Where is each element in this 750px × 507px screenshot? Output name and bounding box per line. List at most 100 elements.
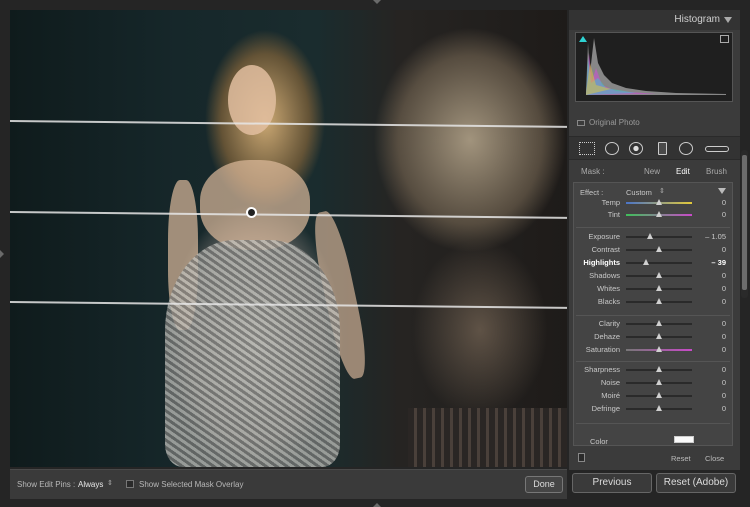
panel-scrollbar[interactable] <box>741 150 748 298</box>
slider-thumb[interactable] <box>656 379 662 385</box>
mask-new-button[interactable]: New <box>644 167 660 176</box>
scrollbar-thumb[interactable] <box>742 155 747 290</box>
previous-button[interactable]: Previous <box>572 473 652 493</box>
slider-value[interactable]: – 1.05 <box>705 232 726 241</box>
gradient-line-top[interactable] <box>10 120 567 128</box>
slider-thumb[interactable] <box>656 346 662 352</box>
mask-brush-button[interactable]: Brush <box>706 167 727 176</box>
original-photo-checkbox[interactable] <box>577 119 585 126</box>
slider-row-dehaze[interactable]: Dehaze 0 <box>574 331 732 343</box>
slider-track[interactable] <box>626 379 692 385</box>
effect-collapse-triangle-icon[interactable] <box>718 188 726 194</box>
shadow-clipping-icon[interactable] <box>579 36 587 42</box>
reset-adobe-button[interactable]: Reset (Adobe) <box>656 473 736 493</box>
mask-toggle-icon[interactable] <box>578 453 585 462</box>
slider-value[interactable]: 0 <box>722 391 726 400</box>
slider-row-shadows[interactable]: Shadows 0 <box>574 270 732 282</box>
show-edit-pins-select[interactable]: Always <box>78 480 103 489</box>
slider-value[interactable]: 0 <box>722 365 726 374</box>
slider-row-contrast[interactable]: Contrast 0 <box>574 244 732 256</box>
slider-thumb[interactable] <box>656 405 662 411</box>
slider-label: Defringe <box>591 404 620 413</box>
crop-tool-icon[interactable] <box>579 142 595 155</box>
slider-row-blacks[interactable]: Blacks 0 <box>574 296 732 308</box>
slider-thumb[interactable] <box>656 272 662 278</box>
slider-row-moir[interactable]: Moiré 0 <box>574 390 732 402</box>
slider-value[interactable]: 0 <box>722 297 726 306</box>
slider-track[interactable] <box>626 405 692 411</box>
adjustment-brush-tool-icon[interactable] <box>705 146 729 152</box>
slider-value[interactable]: 0 <box>722 404 726 413</box>
slider-row-highlights[interactable]: Highlights – 39 <box>574 257 732 269</box>
slider-track[interactable] <box>626 199 692 205</box>
red-eye-tool-icon[interactable] <box>629 142 643 155</box>
slider-track[interactable] <box>626 392 692 398</box>
slider-row-defringe[interactable]: Defringe 0 <box>574 403 732 415</box>
histogram-header[interactable]: Histogram <box>569 10 740 30</box>
slider-thumb[interactable] <box>656 298 662 304</box>
slider-track[interactable] <box>626 346 692 352</box>
slider-value[interactable]: 0 <box>722 345 726 354</box>
left-panel-toggle-icon[interactable] <box>0 250 4 258</box>
effect-select-arrows-icon[interactable]: ⇕ <box>659 187 665 195</box>
slider-track[interactable] <box>626 366 692 372</box>
radial-filter-tool-icon[interactable] <box>679 142 693 155</box>
slider-track[interactable] <box>626 211 692 217</box>
slider-track[interactable] <box>626 233 692 239</box>
reset-button[interactable]: Reset <box>671 454 691 463</box>
slider-row-saturation[interactable]: Saturation 0 <box>574 344 732 356</box>
slider-thumb[interactable] <box>646 233 653 239</box>
slider-value[interactable]: 0 <box>722 271 726 280</box>
edit-pin[interactable] <box>246 207 257 218</box>
slider-row-clarity[interactable]: Clarity 0 <box>574 318 732 330</box>
slider-track[interactable] <box>626 285 692 291</box>
slider-row-sharpness[interactable]: Sharpness 0 <box>574 364 732 376</box>
slider-row-tint[interactable]: Tint 0 <box>574 209 732 221</box>
slider-thumb[interactable] <box>656 246 662 252</box>
graduated-filter-tool-icon[interactable] <box>658 142 667 155</box>
color-swatch[interactable] <box>674 436 694 443</box>
slider-row-noise[interactable]: Noise 0 <box>574 377 732 389</box>
photo-face <box>228 65 276 135</box>
histogram[interactable] <box>575 32 733 102</box>
slider-thumb[interactable] <box>656 333 662 339</box>
slider-track[interactable] <box>626 320 692 326</box>
slider-value[interactable]: 0 <box>722 198 726 207</box>
slider-value[interactable]: 0 <box>722 245 726 254</box>
slider-row-temp[interactable]: Temp 0 <box>574 197 732 209</box>
adjustments-panel: Effect : Custom ⇕ Temp 0 Tint 0 Exposure – 1.… <box>573 182 733 446</box>
slider-thumb[interactable] <box>656 366 662 372</box>
mask-edit-button[interactable]: Edit <box>676 167 690 176</box>
close-button[interactable]: Close <box>705 454 724 463</box>
highlight-clipping-icon[interactable] <box>720 35 729 43</box>
slider-row-exposure[interactable]: Exposure – 1.05 <box>574 231 732 243</box>
slider-thumb[interactable] <box>656 211 662 217</box>
slider-track[interactable] <box>626 259 692 265</box>
slider-thumb[interactable] <box>656 285 662 291</box>
slider-value[interactable]: 0 <box>722 332 726 341</box>
slider-row-whites[interactable]: Whites 0 <box>574 283 732 295</box>
slider-value[interactable]: 0 <box>722 319 726 328</box>
slider-thumb[interactable] <box>656 320 662 326</box>
original-photo-toggle[interactable]: Original Photo <box>577 118 640 127</box>
slider-value[interactable]: 0 <box>722 210 726 219</box>
slider-track[interactable] <box>626 298 692 304</box>
slider-thumb[interactable] <box>642 259 649 265</box>
slider-track[interactable] <box>626 246 692 252</box>
slider-thumb[interactable] <box>656 392 662 398</box>
top-panel-toggle-icon[interactable] <box>373 0 381 4</box>
bottom-panel-toggle-icon[interactable] <box>373 503 381 507</box>
spot-removal-tool-icon[interactable] <box>605 142 619 155</box>
slider-track[interactable] <box>626 272 692 278</box>
photo-canvas[interactable] <box>10 10 567 467</box>
slider-value[interactable]: – 39 <box>711 258 726 267</box>
mask-overlay-checkbox[interactable] <box>126 480 134 488</box>
slider-track[interactable] <box>626 333 692 339</box>
slider-value[interactable]: 0 <box>722 284 726 293</box>
select-arrows-icon[interactable]: ⇕ <box>107 479 113 487</box>
effect-select[interactable]: Custom <box>626 188 652 197</box>
slider-value[interactable]: 0 <box>722 378 726 387</box>
done-button[interactable]: Done <box>525 476 563 493</box>
collapse-triangle-icon[interactable] <box>724 17 732 23</box>
slider-thumb[interactable] <box>656 199 662 205</box>
